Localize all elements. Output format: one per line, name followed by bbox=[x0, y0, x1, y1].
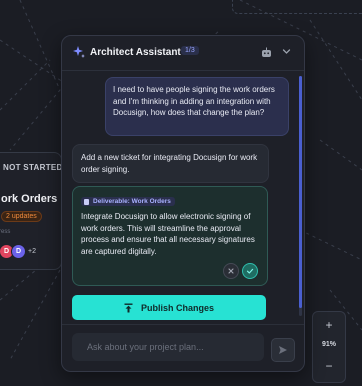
zoom-out-button[interactable]: − bbox=[313, 359, 345, 373]
deliverable-tag: Deliverable: Work Orders bbox=[81, 197, 175, 206]
avatar-group: D D +2 bbox=[0, 244, 36, 259]
check-icon bbox=[246, 268, 254, 274]
avatar: D bbox=[11, 244, 26, 259]
close-icon bbox=[228, 268, 234, 274]
deliverable-tag-label: Deliverable: Work Orders bbox=[93, 198, 171, 205]
assistant-panel: Architect Assistant 1/3 I need to have p… bbox=[61, 35, 305, 372]
zoom-level: 91% bbox=[321, 341, 336, 348]
status-label: NOT STARTED bbox=[3, 163, 63, 172]
user-message: I need to have people signing the work o… bbox=[105, 77, 289, 136]
publish-changes-label: Publish Changes bbox=[140, 302, 214, 313]
chat-scrollbar[interactable] bbox=[299, 76, 302, 316]
publish-changes-button[interactable]: Publish Changes bbox=[72, 295, 266, 320]
assistant-message-text: Add a new ticket for integrating Docusig… bbox=[81, 153, 258, 174]
avatar-more-count: +2 bbox=[28, 248, 36, 255]
chevron-down-icon[interactable] bbox=[282, 47, 291, 56]
upload-icon bbox=[124, 303, 133, 312]
zoom-control: + 91% − bbox=[312, 311, 346, 383]
send-icon bbox=[279, 346, 287, 354]
deliverable-suggestion-card: Deliverable: Work Orders Integrate Docus… bbox=[72, 186, 268, 286]
sparkle-icon bbox=[73, 46, 85, 58]
document-icon bbox=[84, 198, 89, 205]
chat-input[interactable] bbox=[72, 333, 264, 361]
accept-button[interactable] bbox=[242, 263, 258, 279]
progress-label: ress bbox=[0, 229, 11, 235]
message-counter-badge: 1/3 bbox=[181, 46, 199, 55]
deliverable-text: Integrate Docusign to allow electronic s… bbox=[81, 212, 255, 256]
canvas-node-outline bbox=[232, 0, 362, 14]
reject-button[interactable] bbox=[223, 263, 239, 279]
zoom-in-button[interactable]: + bbox=[313, 318, 345, 332]
ticket-title: ork Orders bbox=[1, 193, 58, 205]
updates-badge: 2 updates bbox=[1, 211, 42, 222]
assistant-header: Architect Assistant 1/3 bbox=[62, 36, 304, 71]
scrollbar-thumb[interactable] bbox=[299, 76, 302, 308]
assistant-message: Add a new ticket for integrating Docusig… bbox=[72, 144, 269, 183]
user-message-text: I need to have people signing the work o… bbox=[113, 85, 275, 117]
chat-composer bbox=[62, 324, 304, 371]
assistant-title: Architect Assistant bbox=[90, 47, 181, 58]
send-button[interactable] bbox=[271, 338, 295, 362]
ticket-card[interactable]: NOT STARTED ork Orders 2 updates ress D … bbox=[0, 152, 62, 270]
robot-icon[interactable] bbox=[261, 47, 272, 58]
